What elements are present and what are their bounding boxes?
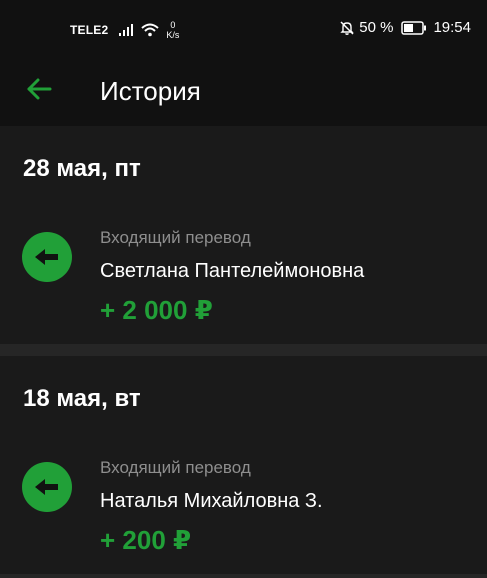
transaction-type: Входящий перевод [100,458,251,477]
section-divider [0,574,487,578]
status-left: TELE2 0 K/s [70,20,179,40]
transaction-amount: + 200 ₽ [100,525,192,555]
network-speed: 0 K/s [166,20,179,40]
date-header: 18 мая, вт [23,385,141,412]
history-section: 18 мая, вт Входящий перевод Наталья Миха… [0,356,487,574]
back-button[interactable] [18,70,60,112]
battery-icon [401,20,427,35]
network-speed-value: 0 [170,20,176,30]
incoming-transfer-icon [22,462,72,512]
transaction-item[interactable]: Входящий перевод Светлана Пантелеймоновн… [0,222,487,334]
network-speed-unit: K/s [166,30,180,40]
status-bar: TELE2 0 K/s 50 % 19:54 [0,0,487,58]
clock: 19:54 [433,19,471,36]
status-right: 50 % 19:54 [339,19,471,36]
date-header: 28 мая, пт [23,155,141,182]
section-divider [0,344,487,356]
incoming-transfer-icon [22,232,72,282]
wifi-icon [140,23,160,37]
transaction-amount: + 2 000 ₽ [100,295,213,325]
arrow-left-icon [26,78,52,105]
carrier-label: TELE2 [70,23,109,37]
signal-icon [118,23,134,37]
transaction-counterparty: Наталья Михайловна З. [100,490,323,512]
transaction-type: Входящий перевод [100,228,251,247]
bell-off-icon [339,20,355,36]
page-title: История [100,76,201,106]
app-bar: История [0,58,487,126]
transaction-item[interactable]: Входящий перевод Наталья Михайловна З. +… [0,452,487,564]
transaction-counterparty: Светлана Пантелеймоновна [100,260,365,282]
history-section: 28 мая, пт Входящий перевод Светлана Пан… [0,126,487,344]
battery-percent: 50 % [359,19,394,36]
